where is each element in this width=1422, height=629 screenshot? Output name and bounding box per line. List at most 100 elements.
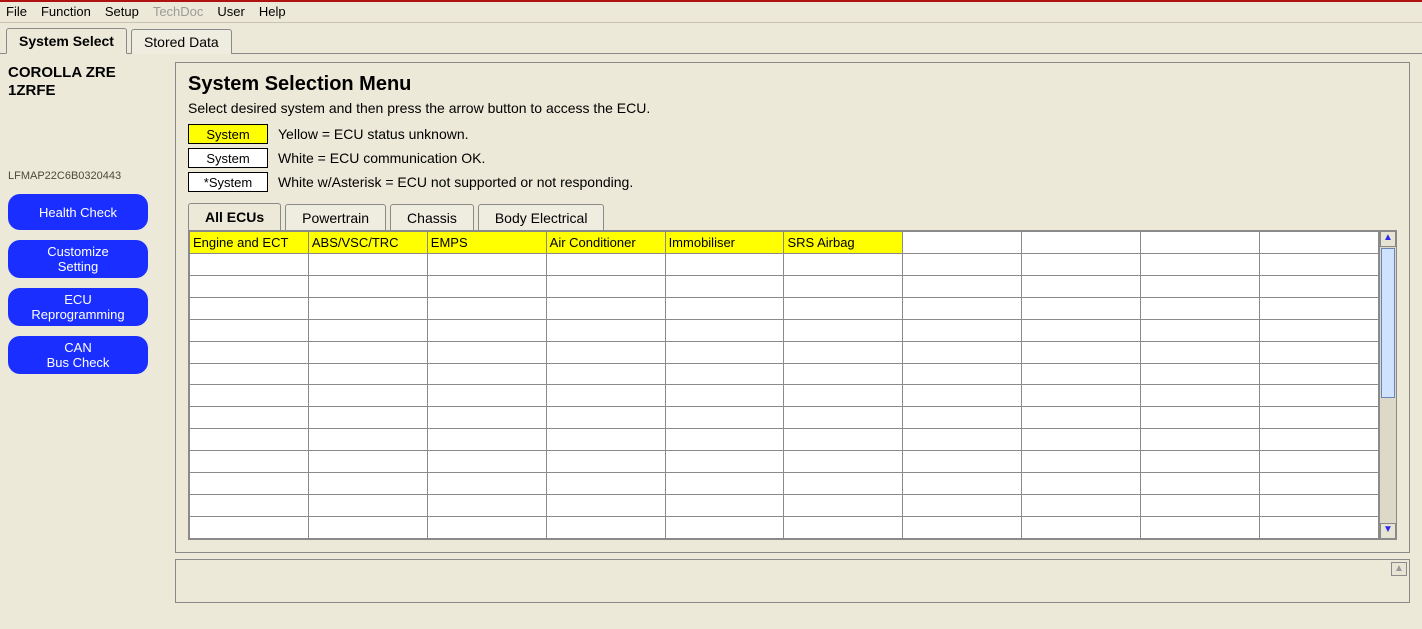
grid-cell[interactable] (1260, 407, 1379, 429)
grid-cell[interactable] (1022, 275, 1141, 297)
grid-cell[interactable] (1141, 319, 1260, 341)
grid-cell[interactable] (190, 516, 309, 538)
grid-cell[interactable] (1022, 516, 1141, 538)
bottom-panel-up-icon[interactable]: ▲ (1391, 562, 1407, 576)
grid-cell[interactable]: EMPS (427, 232, 546, 254)
scroll-thumb[interactable] (1381, 248, 1395, 398)
grid-cell[interactable] (903, 385, 1022, 407)
grid-scrollbar[interactable]: ▲ ▼ (1379, 231, 1396, 539)
grid-cell[interactable] (1022, 341, 1141, 363)
grid-cell[interactable] (308, 495, 427, 517)
grid-cell[interactable] (308, 363, 427, 385)
grid-cell[interactable] (427, 275, 546, 297)
grid-cell[interactable] (665, 253, 784, 275)
grid-cell[interactable] (546, 473, 665, 495)
grid-cell[interactable] (784, 385, 903, 407)
grid-cell[interactable] (190, 253, 309, 275)
grid-cell[interactable] (308, 319, 427, 341)
grid-cell[interactable] (190, 385, 309, 407)
grid-cell[interactable] (1141, 253, 1260, 275)
menu-file[interactable]: File (6, 4, 27, 19)
grid-cell[interactable] (1141, 232, 1260, 254)
grid-cell[interactable] (1141, 407, 1260, 429)
grid-cell[interactable] (308, 516, 427, 538)
grid-cell[interactable] (784, 407, 903, 429)
grid-cell[interactable] (1260, 451, 1379, 473)
can-bus-check-button[interactable]: CAN Bus Check (8, 336, 148, 374)
grid-cell[interactable] (427, 363, 546, 385)
grid-cell[interactable] (784, 429, 903, 451)
grid-cell[interactable] (903, 516, 1022, 538)
grid-cell[interactable] (1022, 429, 1141, 451)
grid-cell[interactable]: Air Conditioner (546, 232, 665, 254)
grid-cell[interactable] (190, 341, 309, 363)
grid-cell[interactable] (190, 275, 309, 297)
grid-cell[interactable] (1022, 297, 1141, 319)
ecu-tab-all[interactable]: All ECUs (188, 203, 281, 231)
grid-cell[interactable] (903, 319, 1022, 341)
grid-cell[interactable] (546, 407, 665, 429)
grid-cell[interactable] (1260, 275, 1379, 297)
grid-cell[interactable] (665, 341, 784, 363)
grid-cell[interactable] (665, 407, 784, 429)
grid-cell[interactable] (308, 451, 427, 473)
grid-cell[interactable] (784, 473, 903, 495)
grid-cell[interactable] (546, 319, 665, 341)
grid-cell[interactable] (784, 363, 903, 385)
grid-cell[interactable] (308, 473, 427, 495)
grid-cell[interactable] (308, 275, 427, 297)
grid-cell[interactable] (665, 363, 784, 385)
grid-cell[interactable] (546, 516, 665, 538)
grid-cell[interactable] (1260, 385, 1379, 407)
menu-user[interactable]: User (217, 4, 244, 19)
grid-cell[interactable] (1260, 297, 1379, 319)
grid-cell[interactable] (784, 451, 903, 473)
grid-cell[interactable] (784, 319, 903, 341)
scroll-up-icon[interactable]: ▲ (1380, 231, 1396, 247)
grid-cell[interactable] (1141, 429, 1260, 451)
grid-cell[interactable] (190, 473, 309, 495)
grid-cell[interactable] (1022, 495, 1141, 517)
grid-cell[interactable] (1260, 516, 1379, 538)
grid-cell[interactable] (427, 385, 546, 407)
grid-cell[interactable]: SRS Airbag (784, 232, 903, 254)
grid-cell[interactable] (427, 297, 546, 319)
grid-cell[interactable] (308, 253, 427, 275)
grid-cell[interactable] (665, 429, 784, 451)
grid-cell[interactable] (1022, 363, 1141, 385)
grid-cell[interactable] (665, 275, 784, 297)
grid-cell[interactable] (665, 495, 784, 517)
grid-cell[interactable] (1141, 297, 1260, 319)
grid-cell[interactable] (1141, 473, 1260, 495)
grid-cell[interactable] (546, 495, 665, 517)
grid-cell[interactable] (784, 253, 903, 275)
grid-cell[interactable] (1141, 516, 1260, 538)
health-check-button[interactable]: Health Check (8, 194, 148, 230)
ecu-tab-powertrain[interactable]: Powertrain (285, 204, 386, 231)
grid-cell[interactable] (190, 451, 309, 473)
grid-cell[interactable] (784, 297, 903, 319)
grid-cell[interactable] (1022, 407, 1141, 429)
grid-cell[interactable] (784, 341, 903, 363)
grid-cell[interactable] (665, 297, 784, 319)
grid-cell[interactable] (665, 473, 784, 495)
grid-cell[interactable] (903, 495, 1022, 517)
grid-cell[interactable] (903, 253, 1022, 275)
grid-cell[interactable] (1141, 495, 1260, 517)
grid-cell[interactable] (784, 516, 903, 538)
grid-cell[interactable] (1022, 232, 1141, 254)
grid-cell[interactable] (1141, 385, 1260, 407)
grid-cell[interactable] (665, 516, 784, 538)
grid-cell[interactable] (1260, 363, 1379, 385)
grid-cell[interactable] (1022, 385, 1141, 407)
grid-cell[interactable] (427, 495, 546, 517)
grid-cell[interactable] (903, 429, 1022, 451)
grid-cell[interactable] (1141, 341, 1260, 363)
grid-cell[interactable] (427, 407, 546, 429)
grid-cell[interactable] (190, 495, 309, 517)
grid-cell[interactable] (546, 341, 665, 363)
grid-cell[interactable] (308, 341, 427, 363)
grid-cell[interactable] (427, 341, 546, 363)
grid-cell[interactable] (784, 275, 903, 297)
grid-cell[interactable] (190, 297, 309, 319)
